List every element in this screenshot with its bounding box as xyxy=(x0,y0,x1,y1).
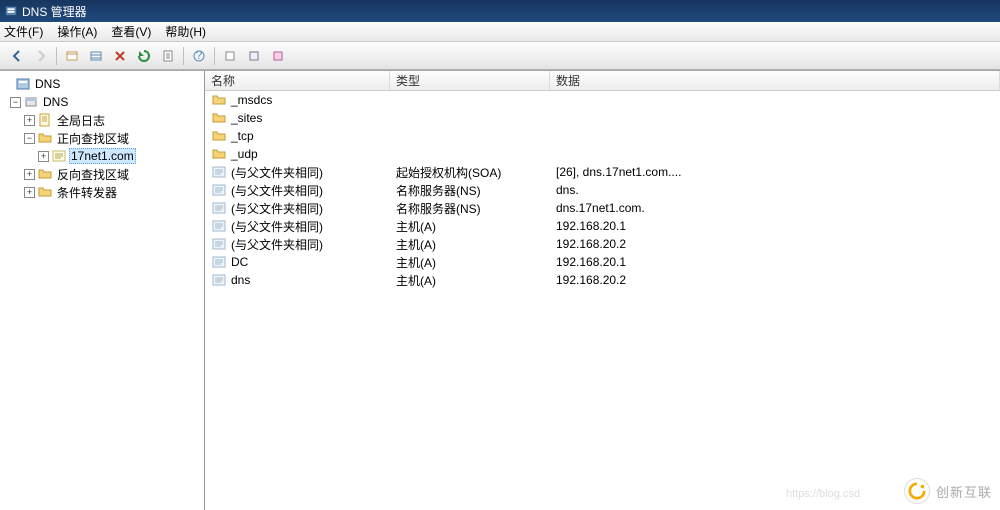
row-data: 192.168.20.1 xyxy=(550,219,1000,233)
row-name: (与父文件夹相同) xyxy=(231,182,323,199)
list-row[interactable]: (与父文件夹相同) 名称服务器(NS)dns.17net1.com. xyxy=(205,199,1000,217)
list-row[interactable]: _sites xyxy=(205,109,1000,127)
row-type: 主机(A) xyxy=(390,236,550,253)
record-icon xyxy=(211,236,227,252)
folder-icon xyxy=(211,146,227,162)
tree-conditional-fwd[interactable]: + 条件转发器 xyxy=(2,183,202,201)
folder-icon xyxy=(211,110,227,126)
record-icon xyxy=(211,182,227,198)
dns-app-icon xyxy=(4,4,18,18)
record-icon xyxy=(211,254,227,270)
record-icon xyxy=(211,200,227,216)
refresh-button[interactable] xyxy=(133,45,155,67)
list-panel: 名称 类型 数据 _msdcs _sites _tcp _udp (与父文件夹相同) 起始… xyxy=(205,71,1000,510)
list-row[interactable]: (与父文件夹相同) 名称服务器(NS)dns. xyxy=(205,181,1000,199)
row-data: dns.17net1.com. xyxy=(550,201,1000,215)
row-type: 主机(A) xyxy=(390,272,550,289)
list-header: 名称 类型 数据 xyxy=(205,71,1000,91)
row-name: _tcp xyxy=(231,129,254,143)
record-icon xyxy=(211,164,227,180)
tree-global-log[interactable]: + 全局日志 xyxy=(2,111,202,129)
list-row[interactable]: _msdcs xyxy=(205,91,1000,109)
row-type: 主机(A) xyxy=(390,254,550,271)
row-data: 192.168.20.1 xyxy=(550,255,1000,269)
list-row[interactable]: _udp xyxy=(205,145,1000,163)
server-icon xyxy=(23,94,39,110)
window-title: DNS 管理器 xyxy=(22,3,87,20)
action-1-button[interactable] xyxy=(219,45,241,67)
expander-icon[interactable]: + xyxy=(24,169,35,180)
folder-icon xyxy=(37,130,53,146)
tree-panel[interactable]: DNS − DNS + 全局日志 − 正向查找区域 + 17net1.com xyxy=(0,71,205,510)
record-icon xyxy=(211,218,227,234)
title-bar: DNS 管理器 xyxy=(0,0,1000,22)
list-row[interactable]: DC 主机(A)192.168.20.1 xyxy=(205,253,1000,271)
list-row[interactable]: dns 主机(A)192.168.20.2 xyxy=(205,271,1000,289)
row-name: (与父文件夹相同) xyxy=(231,236,323,253)
record-icon xyxy=(211,272,227,288)
row-data: dns. xyxy=(550,183,1000,197)
row-data: 192.168.20.2 xyxy=(550,273,1000,287)
row-type: 名称服务器(NS) xyxy=(390,182,550,199)
nav-back-button[interactable] xyxy=(6,45,28,67)
row-data: [26], dns.17net1.com.... xyxy=(550,165,1000,179)
menu-file[interactable]: 文件(F) xyxy=(4,23,43,40)
expander-icon[interactable]: − xyxy=(24,133,35,144)
row-name: (与父文件夹相同) xyxy=(231,164,323,181)
zone-icon xyxy=(51,148,67,164)
row-name: _msdcs xyxy=(231,93,272,107)
svg-text:?: ? xyxy=(196,49,203,62)
row-name: _sites xyxy=(231,111,262,125)
column-data[interactable]: 数据 xyxy=(550,71,1000,90)
details-button[interactable] xyxy=(85,45,107,67)
tree-reverse-zone[interactable]: + 反向查找区域 xyxy=(2,165,202,183)
delete-button[interactable] xyxy=(109,45,131,67)
menu-help[interactable]: 帮助(H) xyxy=(165,23,206,40)
list-body[interactable]: _msdcs _sites _tcp _udp (与父文件夹相同) 起始授权机构(SOA)… xyxy=(205,91,1000,510)
log-icon xyxy=(37,112,53,128)
folder-icon xyxy=(211,92,227,108)
menu-view[interactable]: 查看(V) xyxy=(111,23,151,40)
row-name: dns xyxy=(231,273,250,287)
tree-forward-zone[interactable]: − 正向查找区域 xyxy=(2,129,202,147)
row-type: 名称服务器(NS) xyxy=(390,200,550,217)
properties-button[interactable] xyxy=(157,45,179,67)
menu-bar: 文件(F) 操作(A) 查看(V) 帮助(H) xyxy=(0,22,1000,42)
expander-icon[interactable]: − xyxy=(10,97,21,108)
expander-icon[interactable]: + xyxy=(38,151,49,162)
help-button[interactable]: ? xyxy=(188,45,210,67)
row-name: (与父文件夹相同) xyxy=(231,200,323,217)
content-area: DNS − DNS + 全局日志 − 正向查找区域 + 17net1.com xyxy=(0,70,1000,510)
list-row[interactable]: (与父文件夹相同) 主机(A)192.168.20.2 xyxy=(205,235,1000,253)
tree-root[interactable]: DNS xyxy=(2,75,202,93)
action-3-button[interactable] xyxy=(267,45,289,67)
folder-icon xyxy=(37,166,53,182)
row-type: 主机(A) xyxy=(390,218,550,235)
nav-forward-button[interactable] xyxy=(30,45,52,67)
up-button[interactable] xyxy=(61,45,83,67)
list-row[interactable]: (与父文件夹相同) 主机(A)192.168.20.1 xyxy=(205,217,1000,235)
folder-icon xyxy=(211,128,227,144)
tree-server[interactable]: − DNS xyxy=(2,93,202,111)
dns-root-icon xyxy=(15,76,31,92)
list-row[interactable]: (与父文件夹相同) 起始授权机构(SOA)[26], dns.17net1.com… xyxy=(205,163,1000,181)
column-type[interactable]: 类型 xyxy=(390,71,550,90)
menu-action[interactable]: 操作(A) xyxy=(57,23,97,40)
tree-zone-17net1[interactable]: + 17net1.com xyxy=(2,147,202,165)
column-name[interactable]: 名称 xyxy=(205,71,390,90)
expander-icon[interactable]: + xyxy=(24,115,35,126)
expander-icon[interactable]: + xyxy=(24,187,35,198)
folder-icon xyxy=(37,184,53,200)
row-data: 192.168.20.2 xyxy=(550,237,1000,251)
action-2-button[interactable] xyxy=(243,45,265,67)
toolbar: ? xyxy=(0,42,1000,70)
row-name: DC xyxy=(231,255,248,269)
row-name: _udp xyxy=(231,147,258,161)
row-type: 起始授权机构(SOA) xyxy=(390,164,550,181)
list-row[interactable]: _tcp xyxy=(205,127,1000,145)
row-name: (与父文件夹相同) xyxy=(231,218,323,235)
